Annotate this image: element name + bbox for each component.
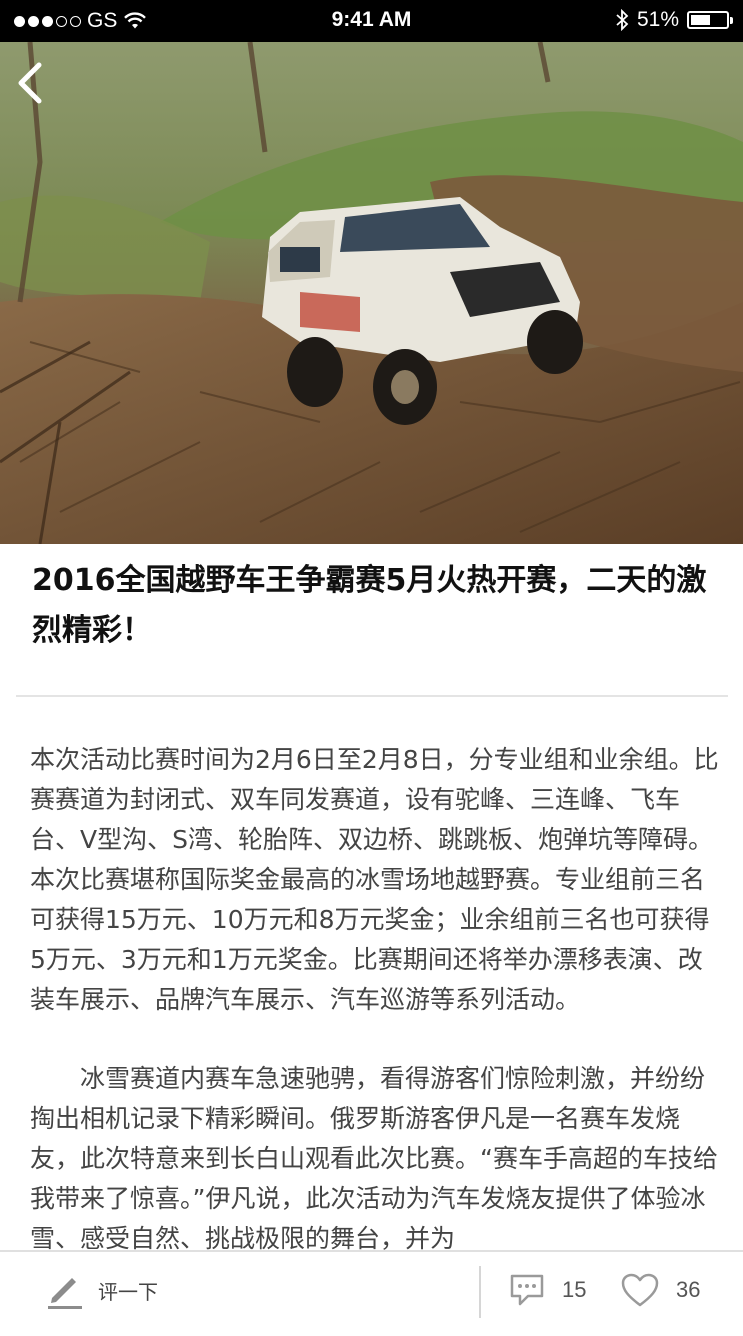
- speech-bubble-icon: [510, 1274, 544, 1306]
- chevron-left-icon: [18, 62, 42, 104]
- offroad-car-photo: [0, 42, 743, 544]
- status-bar: GS 9:41 AM 51%: [0, 0, 743, 42]
- write-comment-label: 评一下: [98, 1279, 158, 1304]
- hero-image: [0, 42, 743, 544]
- pencil-icon: [48, 1278, 82, 1309]
- like-button[interactable]: 36: [620, 1272, 700, 1308]
- article-paragraph: 冰雪赛道内赛车急速驰骋，看得游客们惊险刺激，并纷纷掏出相机记录下精彩瞬间。俄罗斯…: [30, 1064, 718, 1253]
- heart-icon: [621, 1273, 659, 1307]
- battery-icon: [687, 11, 733, 29]
- status-right: 51%: [615, 8, 733, 32]
- back-button[interactable]: [10, 58, 50, 108]
- bluetooth-icon: [616, 9, 629, 31]
- bottom-action-bar: 评一下 15 36: [0, 1250, 743, 1336]
- article-title: 2016全国越野车王争霸赛5月火热开赛，二天的激烈精彩！: [32, 563, 707, 648]
- battery-percent: 51%: [636, 8, 679, 31]
- title-divider: [16, 695, 728, 697]
- comment-count: 15: [562, 1277, 587, 1302]
- write-comment-button[interactable]: 评一下: [44, 1270, 158, 1310]
- bar-divider: [479, 1266, 481, 1318]
- article-paragraph: 本次活动比赛时间为2月6日至2月8日，分专业组和业余组。比赛赛道为封闭式、双车同…: [30, 745, 719, 1014]
- like-count: 36: [676, 1277, 701, 1302]
- comments-button[interactable]: 15: [508, 1272, 586, 1308]
- article-body: 本次活动比赛时间为2月6日至2月8日，分专业组和业余组。比赛赛道为封闭式、双车同…: [30, 740, 720, 1298]
